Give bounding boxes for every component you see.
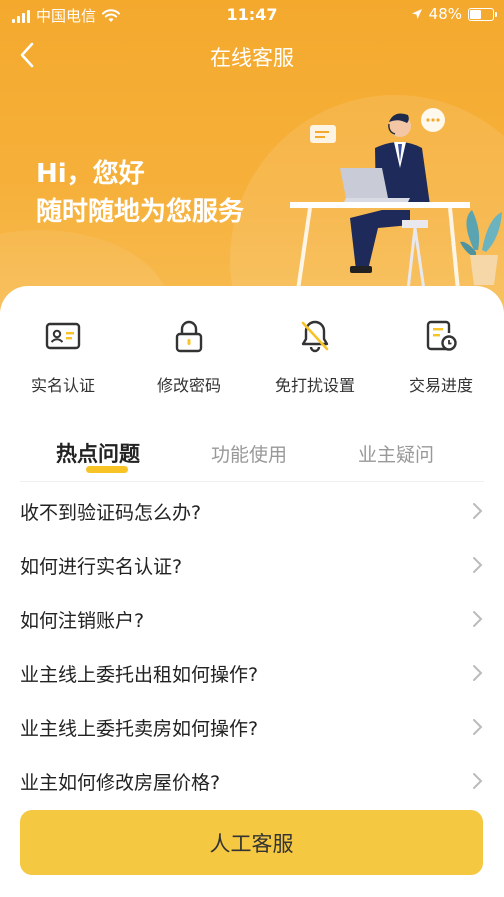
chevron-right-icon bbox=[473, 665, 483, 681]
faq-question: 如何进行实名认证? bbox=[20, 555, 183, 578]
faq-item[interactable]: 业主线上委托出租如何操作? bbox=[0, 646, 504, 700]
page-title: 在线客服 bbox=[210, 46, 294, 70]
lock-icon bbox=[169, 316, 209, 356]
tab-owner-questions[interactable]: 业主疑问 bbox=[358, 440, 434, 467]
greeting: Hi，您好 随时随地为您服务 bbox=[36, 155, 244, 231]
quick-actions: 实名认证 修改密码 免打扰设置 交易进度 bbox=[0, 316, 504, 406]
bell-off-icon bbox=[295, 316, 335, 356]
quick-action-label: 实名认证 bbox=[30, 376, 95, 395]
quick-action-transaction-progress[interactable]: 交易进度 bbox=[378, 316, 504, 406]
greeting-line-2: 随时随地为您服务 bbox=[36, 197, 245, 227]
status-bar: 中国电信 11:47 48% bbox=[0, 0, 504, 30]
faq-question: 业主如何修改房屋价格? bbox=[20, 771, 221, 794]
tab-hot-questions[interactable]: 热点问题 bbox=[56, 438, 140, 468]
quick-action-do-not-disturb[interactable]: 免打扰设置 bbox=[252, 316, 378, 406]
faq-question: 业主线上委托出租如何操作? bbox=[20, 663, 259, 686]
quick-action-real-name[interactable]: 实名认证 bbox=[0, 316, 126, 406]
faq-item[interactable]: 如何进行实名认证? bbox=[0, 538, 504, 592]
battery-icon bbox=[468, 7, 497, 21]
divider bbox=[20, 481, 484, 482]
faq-question: 收不到验证码怎么办? bbox=[20, 501, 202, 524]
quick-action-label: 交易进度 bbox=[408, 376, 473, 395]
greeting-line-1: Hi，您好 bbox=[36, 159, 145, 189]
chevron-right-icon bbox=[473, 557, 483, 573]
document-progress-icon bbox=[421, 316, 461, 356]
chevron-right-icon bbox=[473, 773, 483, 789]
tab-feature-usage[interactable]: 功能使用 bbox=[211, 440, 287, 467]
faq-tabs: 热点问题 功能使用 业主疑问 bbox=[0, 436, 504, 482]
nav-bar: 在线客服 bbox=[0, 30, 504, 82]
faq-question: 如何注销账户? bbox=[20, 609, 145, 632]
faq-item[interactable]: 业主线上委托卖房如何操作? bbox=[0, 700, 504, 754]
faq-item[interactable]: 业主如何修改房屋价格? bbox=[0, 754, 504, 808]
faq-item[interactable]: 如何注销账户? bbox=[0, 592, 504, 646]
faq-question: 业主线上委托卖房如何操作? bbox=[20, 717, 259, 740]
chevron-right-icon bbox=[473, 719, 483, 735]
faq-item[interactable]: 收不到验证码怎么办? bbox=[0, 484, 504, 538]
customer-service-illustration bbox=[290, 108, 502, 291]
chevron-right-icon bbox=[473, 503, 483, 519]
quick-action-change-password[interactable]: 修改密码 bbox=[126, 316, 252, 406]
battery-percent: 48% bbox=[428, 5, 462, 23]
quick-action-label: 免打扰设置 bbox=[274, 376, 355, 395]
human-agent-button[interactable]: 人工客服 bbox=[20, 810, 483, 875]
quick-action-label: 修改密码 bbox=[156, 376, 221, 395]
location-arrow-icon bbox=[411, 9, 422, 19]
chevron-right-icon bbox=[473, 611, 483, 627]
hero-banner: 中国电信 11:47 48% 在线客服 Hi，您好 随时随地为您服务 bbox=[0, 0, 504, 330]
content-panel: 实名认证 修改密码 免打扰设置 交易进度 热点问题 功能使用 业主疑问 收不到验… bbox=[0, 286, 504, 897]
id-card-icon bbox=[43, 316, 83, 356]
faq-list: 收不到验证码怎么办? 如何进行实名认证? 如何注销账户? 业主线上委托出租如何操… bbox=[0, 484, 504, 808]
